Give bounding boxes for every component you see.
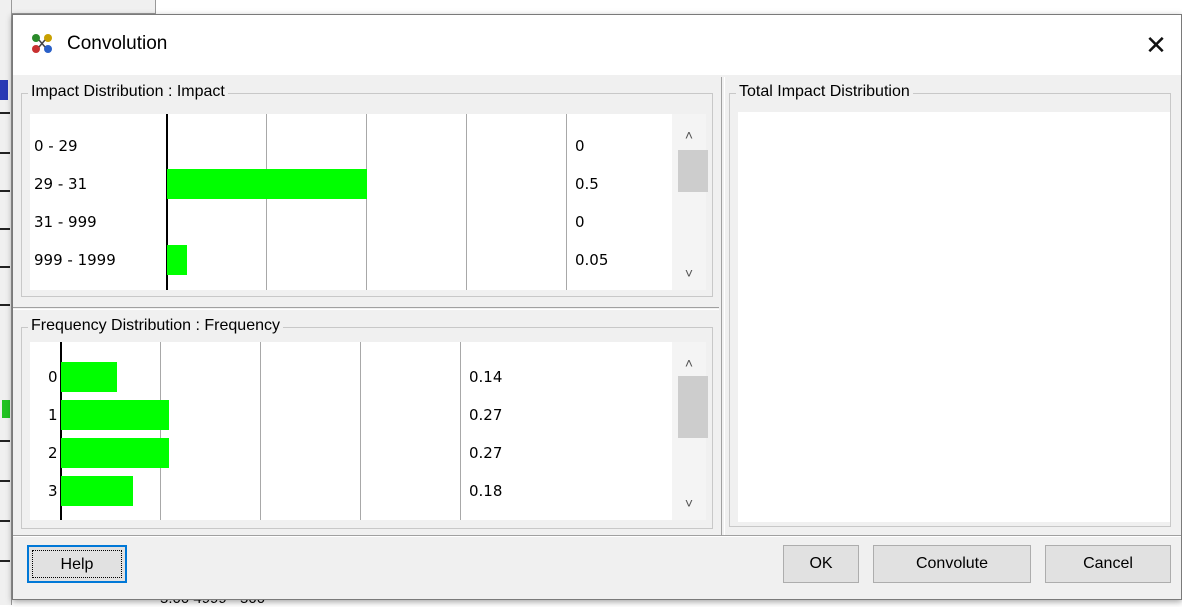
- help-button-label: Help: [32, 550, 122, 578]
- frequency-row-value: 0.14: [469, 368, 503, 386]
- background-tick: [0, 228, 10, 230]
- impact-group-title: Impact Distribution : Impact: [28, 83, 228, 101]
- impact-bar: [167, 245, 187, 275]
- close-button[interactable]: ✕: [1131, 15, 1181, 75]
- background-tick: [0, 304, 10, 306]
- frequency-group-title: Frequency Distribution : Frequency: [28, 317, 283, 335]
- frequency-row-label: 0: [48, 368, 58, 386]
- frequency-row[interactable]: 1 0.27: [30, 396, 672, 434]
- frequency-row-label: 2: [48, 444, 58, 462]
- scroll-down-arrow-icon[interactable]: ˅: [672, 488, 706, 518]
- frequency-bar: [61, 400, 169, 430]
- scroll-down-arrow-icon[interactable]: ˅: [672, 258, 706, 288]
- button-bar-separator: [13, 535, 1181, 537]
- impact-bar: [167, 169, 367, 199]
- impact-row-value: 0: [575, 137, 585, 155]
- background-tick: [0, 112, 10, 114]
- convolution-dialog: Convolution ✕ Impact Distribution : Impa…: [12, 14, 1182, 600]
- impact-row-value: 0.05: [575, 251, 609, 269]
- frequency-row-value: 0.27: [469, 444, 503, 462]
- frequency-bar: [61, 438, 169, 468]
- frequency-distribution-list[interactable]: 0 0.14 1 0.27 2 0.27 3 0.18: [30, 342, 672, 520]
- background-tick: [0, 480, 10, 482]
- impact-row-label: 29 - 31: [34, 175, 88, 193]
- background-tick: [0, 560, 10, 562]
- impact-row-label: 999 - 1999: [34, 251, 116, 269]
- frequency-row[interactable]: 0 0.14: [30, 358, 672, 396]
- dialog-title: Convolution: [67, 33, 168, 54]
- impact-distribution-group: Impact Distribution : Impact 0 - 29 0 29…: [21, 83, 713, 297]
- total-impact-distribution-group: Total Impact Distribution: [729, 83, 1171, 527]
- frequency-distribution-group: Frequency Distribution : Frequency 0 0.1…: [21, 317, 713, 529]
- background-tick: [0, 190, 10, 192]
- scroll-up-arrow-icon[interactable]: ˄: [672, 120, 706, 150]
- impact-distribution-list[interactable]: 0 - 29 0 29 - 31 0.5 31 - 999 0 999 - 19…: [30, 114, 672, 290]
- background-tick: [0, 266, 10, 268]
- frequency-row[interactable]: 2 0.27: [30, 434, 672, 472]
- frequency-row-label: 3: [48, 482, 58, 500]
- impact-scroll-thumb[interactable]: [678, 150, 708, 192]
- title-bar: Convolution ✕: [13, 15, 1181, 75]
- background-tick: [0, 152, 10, 154]
- impact-row[interactable]: 999 - 1999 0.05: [30, 241, 672, 279]
- impact-row[interactable]: 0 - 29 0: [30, 127, 672, 165]
- background-tick: [0, 440, 10, 442]
- frequency-bar: [61, 476, 133, 506]
- background-selection-mark: [0, 80, 8, 100]
- frequency-scroll-thumb[interactable]: [678, 376, 708, 438]
- frequency-bar: [61, 362, 117, 392]
- cancel-button[interactable]: Cancel: [1045, 545, 1171, 583]
- impact-row[interactable]: 29 - 31 0.5: [30, 165, 672, 203]
- frequency-row-label: 1: [48, 406, 58, 424]
- ok-button[interactable]: OK: [783, 545, 859, 583]
- scroll-up-arrow-icon[interactable]: ˄: [672, 348, 706, 378]
- total-impact-group-title: Total Impact Distribution: [736, 83, 913, 101]
- frequency-row-value: 0.18: [469, 482, 503, 500]
- impact-row-value: 0.5: [575, 175, 599, 193]
- frequency-row[interactable]: 3 0.18: [30, 472, 672, 510]
- background-tick: [0, 520, 10, 522]
- impact-row-value: 0: [575, 213, 585, 231]
- total-impact-distribution-area: [738, 112, 1170, 522]
- background-green-mark: [2, 400, 10, 418]
- help-button[interactable]: Help: [27, 545, 127, 583]
- convolute-button[interactable]: Convolute: [873, 545, 1031, 583]
- impact-row-label: 0 - 29: [34, 137, 78, 155]
- impact-row-label: 31 - 999: [34, 213, 97, 231]
- impact-scrollbar[interactable]: ˄ ˅: [672, 114, 708, 290]
- panel-splitter-vertical[interactable]: [721, 77, 725, 537]
- frequency-row-value: 0.27: [469, 406, 503, 424]
- background-toolbar-edge: [12, 0, 156, 14]
- frequency-scrollbar[interactable]: ˄ ˅: [672, 342, 708, 520]
- convolution-app-icon: [32, 34, 52, 53]
- background-window-edge: [0, 0, 12, 605]
- panel-separator-horizontal: [13, 307, 719, 310]
- impact-row[interactable]: 31 - 999 0: [30, 203, 672, 241]
